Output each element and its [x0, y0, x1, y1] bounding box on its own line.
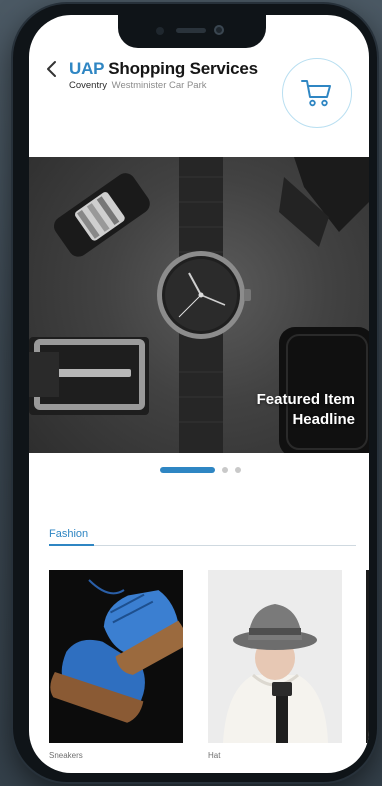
grey-fedora-hat-photo — [208, 570, 342, 743]
product-card-sneakers[interactable] — [49, 570, 183, 743]
featured-banner[interactable]: Featured Item Headline — [29, 157, 369, 453]
brand-name: UAP — [69, 59, 105, 78]
location-city: Coventry — [69, 80, 108, 91]
location-detail: Westminister Car Park — [111, 80, 207, 91]
app-screen: UAP Shopping Services Coventry Westminist… — [29, 15, 369, 773]
title-text: Shopping Services — [108, 59, 258, 78]
headline-line-2: Headline — [292, 411, 355, 428]
featured-headline: Featured Item Headline — [257, 390, 355, 430]
tab-divider — [49, 545, 356, 546]
chevron-left-icon[interactable] — [45, 60, 59, 78]
carousel-dot[interactable] — [235, 467, 241, 473]
product-label-sneakers: Sneakers — [49, 751, 83, 760]
carousel-dot-active[interactable] — [160, 467, 215, 473]
headline-line-1: Featured Item — [256, 391, 355, 408]
carousel-dot[interactable] — [222, 467, 228, 473]
location-subtitle: Coventry Westminister Car Park — [69, 80, 207, 91]
tab-active-underline — [49, 544, 94, 546]
speaker-icon — [176, 28, 206, 33]
product-card-hat[interactable] — [208, 570, 342, 743]
sensor-icon — [156, 27, 164, 35]
phone-notch — [118, 15, 266, 48]
cart-button[interactable] — [282, 58, 352, 128]
blue-sneakers-photo — [50, 579, 183, 723]
camera-icon — [214, 25, 224, 35]
product-card-next[interactable] — [366, 570, 369, 743]
shopping-cart-icon — [301, 80, 331, 107]
product-label-hat: Hat — [208, 751, 221, 760]
page-title: UAP Shopping Services — [69, 59, 258, 79]
tab-fashion[interactable]: Fashion — [49, 528, 88, 540]
